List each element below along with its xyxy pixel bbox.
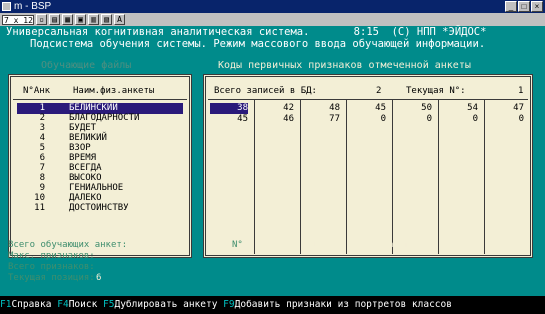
paste-icon[interactable]: ▦ — [62, 14, 73, 25]
fkey-label: Дублировать анкету — [114, 299, 218, 310]
questionnaire-list-panel: N°Анк Наим.физ.анкеты 1 БЕЛИНСКИЙ 2 БЛАГОДА… — [8, 74, 192, 258]
header-divider — [13, 99, 187, 100]
font-size-select[interactable]: 7 x 12 — [2, 14, 34, 25]
column-divider — [392, 100, 393, 254]
header-divider — [208, 99, 528, 100]
column-divider — [346, 100, 347, 254]
feature-code-cell[interactable]: 48 — [302, 103, 340, 114]
fkey-key: F9 — [223, 299, 235, 310]
total-records-value: 2 — [376, 86, 382, 96]
col-header-num: N°Анк — [23, 86, 51, 96]
fkey-f5[interactable]: F5Дублировать анкету — [103, 299, 217, 310]
status-position-value: 6 — [96, 273, 102, 283]
feature-code-cell[interactable]: 54 — [440, 103, 478, 114]
close-button[interactable]: × — [531, 1, 543, 12]
fkey-f9[interactable]: F9Добавить признаки из портретов классов — [223, 299, 452, 310]
feature-codes-panel: Всего записей в БД: 2 Текущая N°: 1 38 42… — [203, 74, 533, 258]
column-divider — [484, 100, 485, 254]
fkey-label: Добавить признаки из портретов классов — [234, 299, 452, 310]
feature-code-cell[interactable]: 0 — [348, 114, 386, 125]
feature-code-cell[interactable]: 77 — [302, 114, 340, 125]
feature-code-cell[interactable]: 0 — [440, 114, 478, 125]
left-panel-title: Обучающие файлы — [38, 60, 135, 71]
questionnaire-row[interactable]: 11 ДОСТОИНСТВУ — [17, 203, 183, 214]
status-questionnaires-value: 44 — [174, 240, 185, 250]
feature-code-cell[interactable]: 47 — [486, 103, 524, 114]
column-divider — [254, 100, 255, 254]
status-line-3: Всего признаков: — [8, 262, 95, 272]
column-divider — [300, 100, 301, 254]
status-state: активна — [388, 240, 440, 250]
app-icon[interactable] — [2, 2, 11, 11]
fkey-key: F1 — [0, 299, 12, 310]
fullscreen-icon[interactable]: ▣ — [75, 14, 86, 25]
status-position-label: Текущая позиция: — [8, 273, 95, 283]
row-name: ДОСТОИНСТВУ — [69, 203, 129, 213]
header-line-2: Подсистема обучения системы. Режим массо… — [30, 38, 486, 50]
minimize-button[interactable]: _ — [505, 1, 517, 12]
column-divider — [438, 100, 439, 254]
font-icon[interactable]: A — [114, 14, 125, 25]
fkey-label: Справка — [11, 299, 52, 310]
right-panel-title: Коды первичных признаков отмеченной анке… — [215, 60, 474, 71]
fkey-f1[interactable]: F1Справка — [0, 299, 52, 310]
header-line-1: Универсальная когнитивная аналитическая … — [6, 26, 487, 38]
current-record-value: 1 — [518, 86, 524, 96]
maximize-button[interactable]: □ — [518, 1, 530, 12]
window-title: m - BSP — [14, 1, 52, 12]
status-line-2: Макс. признаков: — [8, 251, 95, 261]
toolbar: 7 x 12 ▫ ▤ ▦ ▣ ▥ ▧ A — [0, 13, 545, 26]
console-screen: Универсальная когнитивная аналитическая … — [0, 26, 545, 296]
feature-code-cell[interactable]: 50 — [394, 103, 432, 114]
fkey-key: F4 — [57, 299, 69, 310]
mark-icon[interactable]: ▫ — [36, 14, 47, 25]
status-current-value: 1 — [312, 240, 318, 250]
row-number: 11 — [34, 203, 45, 213]
status-current-label: N° — [232, 240, 243, 250]
window-titlebar[interactable]: m - BSP _ □ × — [0, 0, 545, 13]
col-header-name: Наим.физ.анкеты — [73, 86, 155, 96]
function-key-bar: F1Справка F4Поиск F5Дублировать анкету F… — [0, 296, 545, 314]
total-records-label: Всего записей в БД: — [214, 86, 317, 96]
current-record-label: Текущая N°: — [406, 86, 466, 96]
feature-code-cell[interactable]: 45 — [348, 103, 386, 114]
feature-code-cell[interactable]: 46 — [256, 114, 294, 125]
copy-icon[interactable]: ▤ — [49, 14, 60, 25]
fkey-label: Поиск — [68, 299, 98, 310]
feature-code-cell[interactable]: 0 — [394, 114, 432, 125]
properties-icon[interactable]: ▥ — [88, 14, 99, 25]
feature-code-cell[interactable]: 0 — [486, 114, 524, 125]
status-questionnaires-label: Всего обучающих анкет: — [8, 240, 128, 250]
feature-code-cell[interactable]: 38 — [210, 103, 248, 114]
fkey-key: F5 — [103, 299, 115, 310]
fkey-f4[interactable]: F4Поиск — [57, 299, 97, 310]
feature-code-cell[interactable]: 42 — [256, 103, 294, 114]
background-icon[interactable]: ▧ — [101, 14, 112, 25]
feature-code-cell[interactable]: 45 — [210, 114, 248, 125]
